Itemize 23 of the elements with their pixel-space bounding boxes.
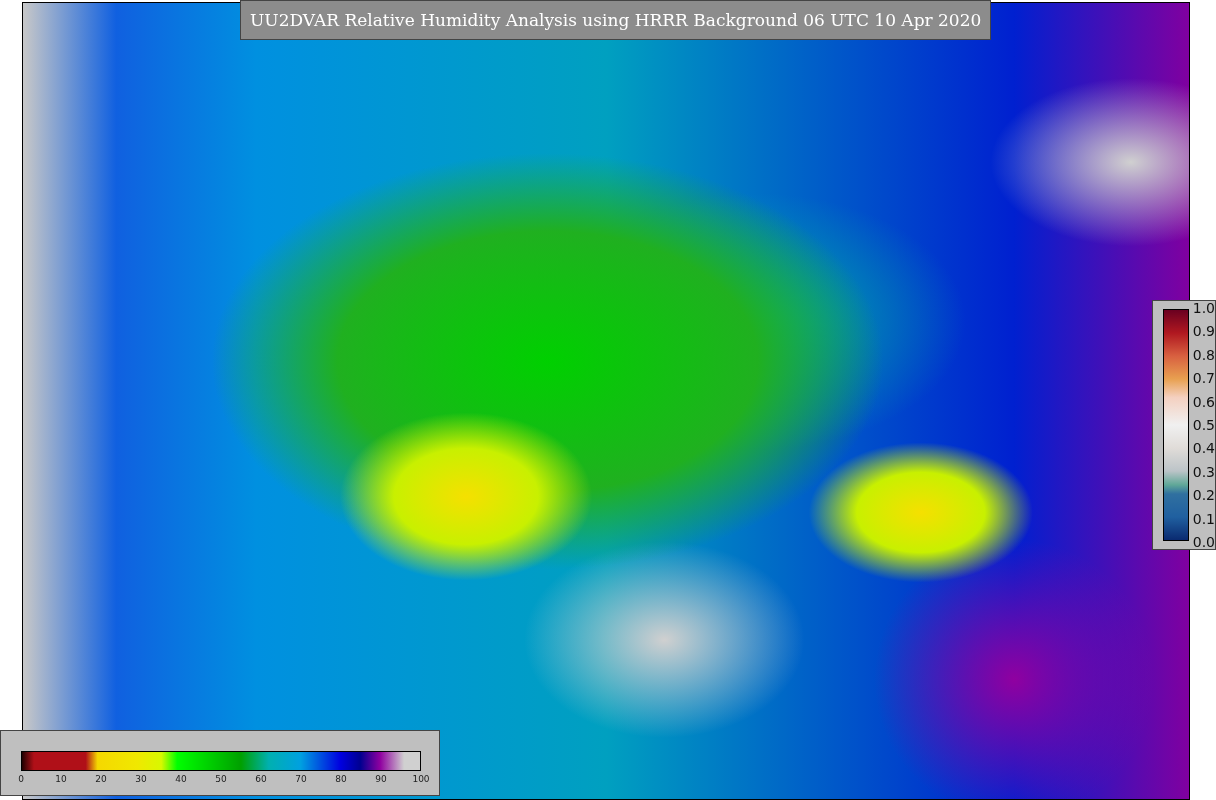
tick-label: 0.6 — [1192, 393, 1215, 410]
tick-label: 60 — [254, 774, 268, 784]
tick-label: 0 — [17, 774, 25, 784]
tick-label: 50 — [214, 774, 228, 784]
tick-label: 0.2 — [1192, 487, 1215, 504]
tick-label: 40 — [174, 774, 188, 784]
tick-label: 0.4 — [1192, 440, 1215, 457]
tick-label: 10 — [54, 774, 68, 784]
tick-label: 0.1 — [1192, 510, 1215, 527]
tick-label: 0.3 — [1192, 463, 1215, 480]
tick-label: 1.0 — [1192, 300, 1215, 316]
tick-label: 80 — [334, 774, 348, 784]
tick-label: 0.8 — [1192, 346, 1215, 363]
tick-label: 0.9 — [1192, 323, 1215, 340]
tick-label: 0.5 — [1192, 416, 1215, 433]
tick-label: 20 — [94, 774, 108, 784]
tick-label: 70 — [294, 774, 308, 784]
tick-label: 30 — [134, 774, 148, 784]
tick-label: 100 — [411, 774, 431, 784]
tick-label: 0.0 — [1192, 533, 1215, 550]
tick-label: 90 — [374, 774, 388, 784]
tick-label: 0.7 — [1192, 370, 1215, 387]
map-title: UU2DVAR Relative Humidity Analysis using HRRR Background 06 UTC 10 Apr 2020 — [240, 0, 992, 40]
